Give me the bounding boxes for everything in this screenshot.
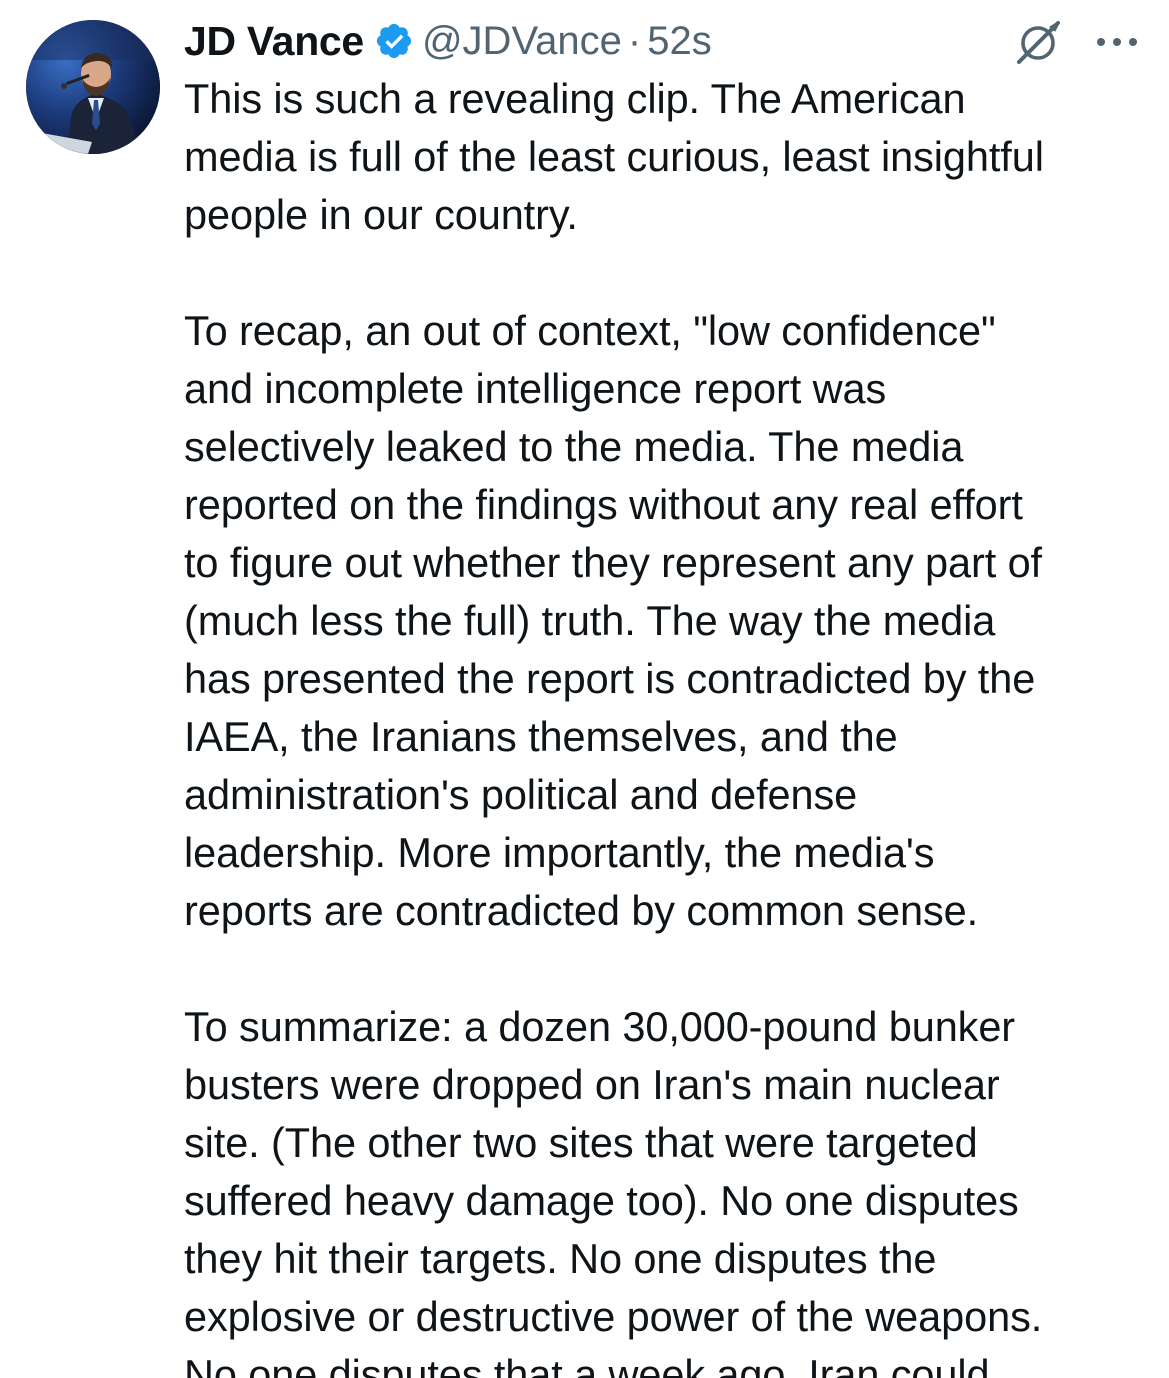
tweet-paragraph: To summarize: a dozen 30,000-pound bunke… bbox=[184, 998, 1152, 1378]
tweet-line: busters were dropped on Iran's main nucl… bbox=[184, 1061, 1000, 1108]
tweet-line: To recap, an out of context, "low confid… bbox=[184, 307, 996, 354]
tweet-line: leadership. More importantly, the media'… bbox=[184, 829, 935, 876]
tweet-line: No one disputes that a week ago, Iran co… bbox=[184, 1351, 990, 1378]
tweet-line: To summarize: a dozen 30,000-pound bunke… bbox=[184, 1003, 1016, 1050]
tweet-text: This is such a revealing clip. The Ameri… bbox=[184, 70, 1152, 1378]
tweet-paragraph: This is such a revealing clip. The Ameri… bbox=[184, 70, 1152, 244]
avatar-image bbox=[26, 20, 160, 154]
tweet-line: they hit their targets. No one disputes … bbox=[184, 1235, 937, 1282]
separator-dot: · bbox=[627, 18, 642, 63]
tweet-line: media is full of the least curious, leas… bbox=[184, 133, 1044, 180]
tweet-line: reported on the findings without any rea… bbox=[184, 481, 1023, 528]
tweet-line: IAEA, the Iranians themselves, and the bbox=[184, 713, 898, 760]
tweet-line: administration's political and defense bbox=[184, 771, 858, 818]
tweet-line: selectively leaked to the media. The med… bbox=[184, 423, 964, 470]
tweet-line: This is such a revealing clip. The Ameri… bbox=[184, 75, 966, 122]
tweet[interactable]: JD Vance @JDVance · 52s This is such a r… bbox=[0, 0, 1169, 1378]
tweet-line: people in our country. bbox=[184, 191, 578, 238]
tweet-line: site. (The other two sites that were tar… bbox=[184, 1119, 978, 1166]
tweet-line: (much less the full) truth. The way the … bbox=[184, 597, 996, 644]
tweet-line: reports are contradicted by common sense… bbox=[184, 887, 979, 934]
timestamp[interactable]: 52s bbox=[647, 19, 712, 64]
tweet-line: to figure out whether they represent any… bbox=[184, 539, 1042, 586]
tweet-header: JD Vance @JDVance · 52s bbox=[184, 14, 712, 68]
tweet-line: has presented the report is contradicted… bbox=[184, 655, 1036, 702]
verified-badge-icon[interactable] bbox=[374, 21, 414, 61]
tweet-line: suffered heavy damage too). No one dispu… bbox=[184, 1177, 1019, 1224]
display-name[interactable]: JD Vance bbox=[184, 18, 364, 65]
more-options-icon[interactable] bbox=[1094, 24, 1140, 60]
tweet-line: explosive or destructive power of the we… bbox=[184, 1293, 1043, 1340]
handle[interactable]: @JDVance bbox=[422, 19, 622, 64]
avatar[interactable] bbox=[26, 20, 160, 154]
grok-icon[interactable] bbox=[1012, 16, 1064, 68]
tweet-line: and incomplete intelligence report was bbox=[184, 365, 887, 412]
tweet-paragraph: To recap, an out of context, "low confid… bbox=[184, 302, 1152, 940]
